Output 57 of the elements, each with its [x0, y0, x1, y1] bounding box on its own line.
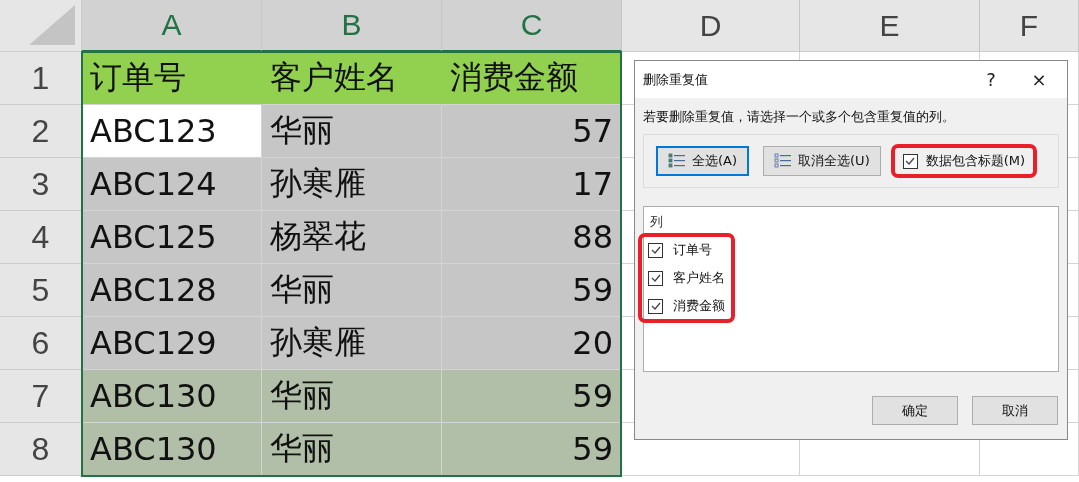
table-cell: ABC130: [82, 370, 262, 423]
list-heading: 列: [649, 213, 664, 231]
table-cell: 华丽: [262, 105, 442, 158]
list-icon: [774, 153, 793, 169]
select-all-button[interactable]: 全选(A): [656, 146, 750, 176]
table-cell: 59: [442, 264, 622, 317]
table-cell: 20: [442, 317, 622, 370]
instruction-text: 若要删除重复值，请选择一个或多个包含重复值的列。: [643, 108, 956, 126]
table-cell: ABC125: [82, 211, 262, 264]
checkbox-label[interactable]: 消费金额: [673, 297, 725, 315]
unselect-all-button[interactable]: 取消全选(U): [763, 146, 881, 176]
table-cell: ABC123: [82, 105, 262, 158]
help-button[interactable]: ?: [971, 64, 1011, 95]
row-header[interactable]: 5: [0, 264, 82, 317]
column-header[interactable]: D: [622, 0, 800, 52]
table-cell: 消费金额: [442, 52, 622, 105]
checkbox[interactable]: [902, 153, 918, 169]
table-cell: 华丽: [262, 423, 442, 476]
table-cell: 华丽: [262, 264, 442, 317]
checkbox-label[interactable]: 数据包含标题(M): [925, 152, 1026, 170]
row-header[interactable]: 3: [0, 158, 82, 211]
table-cell: ABC124: [82, 158, 262, 211]
table-cell: 杨翠花: [262, 211, 442, 264]
row-header[interactable]: 4: [0, 211, 82, 264]
table-cell: ABC130: [82, 423, 262, 476]
row-header[interactable]: 1: [0, 52, 82, 105]
checkbox[interactable]: [648, 242, 663, 258]
checkbox[interactable]: [648, 298, 663, 314]
table-cell: 孙寒雁: [262, 317, 442, 370]
table-cell: 华丽: [262, 370, 442, 423]
ok-button[interactable]: 确定: [872, 396, 958, 425]
row-header[interactable]: 7: [0, 370, 82, 423]
table-cell: 客户姓名: [262, 52, 442, 105]
cancel-button[interactable]: 取消: [972, 396, 1058, 425]
table-cell: ABC129: [82, 317, 262, 370]
table-cell: 59: [442, 423, 622, 476]
checklist-icon: [668, 153, 686, 169]
table-cell: 订单号: [82, 52, 262, 105]
column-header[interactable]: B: [262, 0, 442, 52]
checkbox[interactable]: [648, 270, 663, 286]
row-header[interactable]: 6: [0, 317, 82, 370]
table-cell: 17: [442, 158, 622, 211]
close-button[interactable]: ×: [1019, 64, 1059, 95]
row-header[interactable]: 2: [0, 105, 82, 158]
column-header[interactable]: A: [82, 0, 262, 52]
column-header[interactable]: F: [980, 0, 1079, 52]
column-header[interactable]: E: [800, 0, 980, 52]
column-header[interactable]: C: [442, 0, 622, 52]
table-cell: 57: [442, 105, 622, 158]
table-cell: 88: [442, 211, 622, 264]
row-header[interactable]: 8: [0, 423, 82, 476]
table-cell: 孙寒雁: [262, 158, 442, 211]
dialog-title: 删除重复值: [643, 70, 709, 89]
table-cell: ABC128: [82, 264, 262, 317]
table-cell: 59: [442, 370, 622, 423]
checkbox-label[interactable]: 订单号: [673, 241, 712, 259]
checkbox-label[interactable]: 客户姓名: [673, 269, 725, 287]
